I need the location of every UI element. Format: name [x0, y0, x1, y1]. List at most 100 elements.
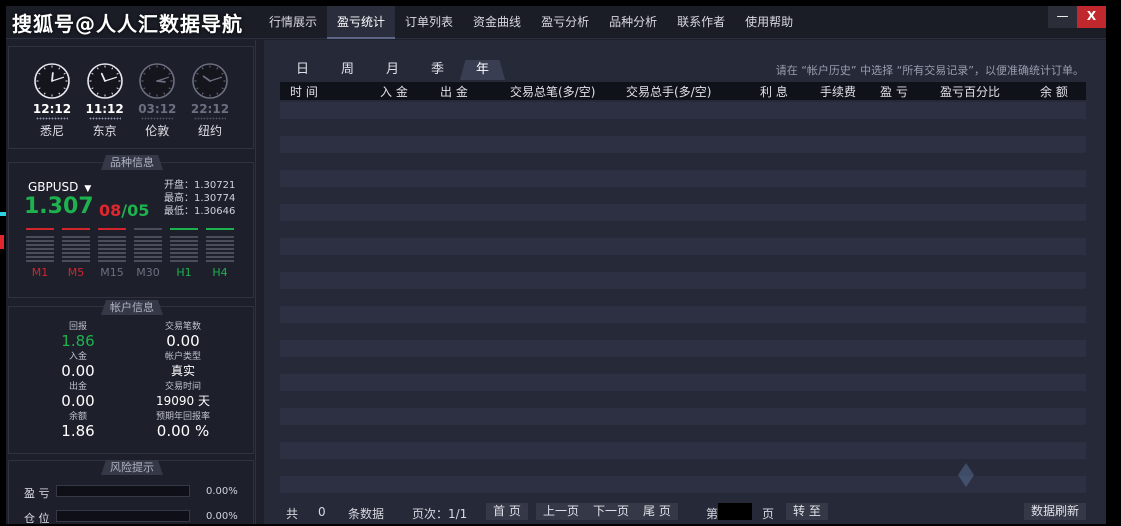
- tf-bar-m15: [98, 228, 126, 264]
- clock-time: 12:12: [32, 102, 72, 116]
- table-row: [280, 323, 1086, 340]
- period-tab-year[interactable]: 年: [460, 60, 505, 80]
- clock-tokyo: 11:12 东京: [79, 62, 131, 142]
- table-row: [280, 153, 1086, 170]
- price-pip-bid: 08: [99, 201, 122, 220]
- main-tabs: 行情展示 盈亏统计 订单列表 资金曲线 盈亏分析 品种分析 联系作者 使用帮助: [259, 6, 803, 39]
- last-page-button[interactable]: 尾 页: [636, 503, 678, 520]
- tf-bar-h4: [206, 228, 234, 264]
- col-time: 时 间: [290, 85, 318, 99]
- tab-market[interactable]: 行情展示: [259, 6, 327, 39]
- pagination-bar: 共 0 条数据 页次：1/1 首 页 上一页 下一页 尾 页 第 页 转 至 数…: [280, 502, 1086, 522]
- acct-deposit: 入金 0.00: [28, 352, 128, 380]
- acct-label: 入金: [68, 352, 87, 362]
- clock-city: 悉尼: [39, 124, 64, 138]
- period-tab-day[interactable]: 日: [280, 60, 325, 80]
- acct-withdraw: 出金 0.00: [28, 382, 128, 410]
- close-button[interactable]: X: [1077, 6, 1106, 28]
- tf-label[interactable]: M1: [26, 266, 54, 279]
- acct-label: 回报: [68, 322, 87, 332]
- table-row: [280, 425, 1086, 442]
- acct-label: 帐户类型: [164, 352, 201, 362]
- price-main: 1.307: [24, 194, 94, 219]
- world-clocks: 12:12 悉尼 11:12 东京 03:12 伦敦 22:12 纽约: [26, 62, 236, 142]
- tf-bar-m30: [134, 228, 162, 264]
- table-row: [280, 340, 1086, 357]
- table-row: [280, 221, 1086, 238]
- open-price: 开盘：1.30721: [164, 180, 236, 191]
- tab-pnl-stats[interactable]: 盈亏统计: [327, 6, 396, 39]
- col-pnl: 盈 亏: [880, 85, 908, 99]
- risk-profit-label: 盈 亏: [24, 487, 50, 500]
- table-body: [280, 102, 1086, 493]
- period-tab-week[interactable]: 周: [325, 60, 370, 80]
- tab-equity-curve[interactable]: 资金曲线: [463, 6, 531, 39]
- col-deposit: 入 金: [380, 85, 408, 99]
- col-balance: 余 额: [1040, 85, 1068, 99]
- refresh-data-button[interactable]: 数据刷新: [1024, 503, 1086, 520]
- table-row: [280, 374, 1086, 391]
- table-row: [280, 204, 1086, 221]
- tf-label[interactable]: M30: [134, 266, 162, 279]
- clock-face-icon: [139, 63, 176, 99]
- acct-type: 帐户类型 真实: [133, 352, 233, 380]
- clock-time: 22:12: [190, 102, 230, 116]
- acct-label: 出金: [68, 382, 87, 392]
- clock-face-icon: [86, 63, 123, 99]
- ohlc-info: 开盘：1.30721 最高：1.30774 最低：1.30646: [164, 179, 235, 218]
- caret-down-icon: ▼: [84, 184, 92, 194]
- table-row: [280, 119, 1086, 136]
- table-row: [280, 306, 1086, 323]
- edge-marker: [0, 212, 6, 216]
- risk-profit-bar: [56, 485, 190, 497]
- acct-value: 1.86: [61, 422, 95, 440]
- goto-button[interactable]: 转 至: [786, 503, 828, 520]
- acct-label: 交易时间: [164, 382, 201, 392]
- period-tabs: 日 周 月 季 年: [280, 60, 505, 80]
- table-row: [280, 272, 1086, 289]
- clock-city: 伦敦: [145, 124, 170, 138]
- goto-suffix: 页: [762, 507, 775, 521]
- low-price: 最低：1.30646: [164, 206, 236, 217]
- next-page-button[interactable]: 下一页: [586, 503, 637, 520]
- first-page-button[interactable]: 首 页: [486, 503, 528, 520]
- table-row: [280, 357, 1086, 374]
- tf-label[interactable]: M15: [98, 266, 126, 279]
- col-trade-lots: 交易总手(多/空): [626, 85, 712, 99]
- clock-dots: [36, 117, 68, 120]
- edge-marker: [0, 235, 4, 249]
- hint-text: 请在 “帐户历史” 中选择 “所有交易记录”，以便准确统计订单。: [775, 64, 1084, 77]
- tab-contact[interactable]: 联系作者: [667, 6, 735, 39]
- col-withdraw: 出 金: [440, 85, 468, 99]
- symbol-name: GBPUSD: [28, 180, 79, 194]
- table-row: [280, 238, 1086, 255]
- period-tab-month[interactable]: 月: [370, 60, 415, 80]
- clock-face-icon: [34, 63, 70, 99]
- table-row: [280, 187, 1086, 204]
- symbol-select[interactable]: GBPUSD ▼: [28, 180, 91, 194]
- price-pips: 08/05: [99, 201, 149, 220]
- table-row: [280, 391, 1086, 408]
- tab-symbol-analysis[interactable]: 品种分析: [599, 6, 667, 39]
- col-interest: 利 息: [760, 85, 788, 99]
- tab-pnl-analysis[interactable]: 盈亏分析: [531, 6, 599, 39]
- page-indicator: 页次：1/1: [412, 507, 468, 521]
- tab-orders[interactable]: 订单列表: [395, 6, 463, 39]
- clock-dots: [88, 117, 121, 120]
- clock-time: 11:12: [85, 102, 124, 116]
- prev-page-button[interactable]: 上一页: [536, 503, 587, 520]
- tf-label[interactable]: H1: [170, 266, 198, 279]
- window-controls: — X: [1048, 6, 1106, 28]
- period-tab-quarter[interactable]: 季: [415, 60, 460, 80]
- tf-label[interactable]: H4: [206, 266, 234, 279]
- tf-label[interactable]: M5: [62, 266, 90, 279]
- acct-balance: 余额 1.86: [28, 412, 128, 440]
- stats-panel: 日 周 月 季 年 请在 “帐户历史” 中选择 “所有交易记录”，以便准确统计订…: [264, 40, 1106, 524]
- acct-return: 回报 1.86: [28, 322, 128, 350]
- acct-label: 余额: [68, 412, 87, 422]
- page-number-input[interactable]: [718, 503, 752, 520]
- acct-label: 预期年回报率: [155, 412, 210, 422]
- tab-help[interactable]: 使用帮助: [735, 6, 803, 39]
- minimize-button[interactable]: —: [1048, 6, 1077, 28]
- total-count: 0: [318, 505, 326, 519]
